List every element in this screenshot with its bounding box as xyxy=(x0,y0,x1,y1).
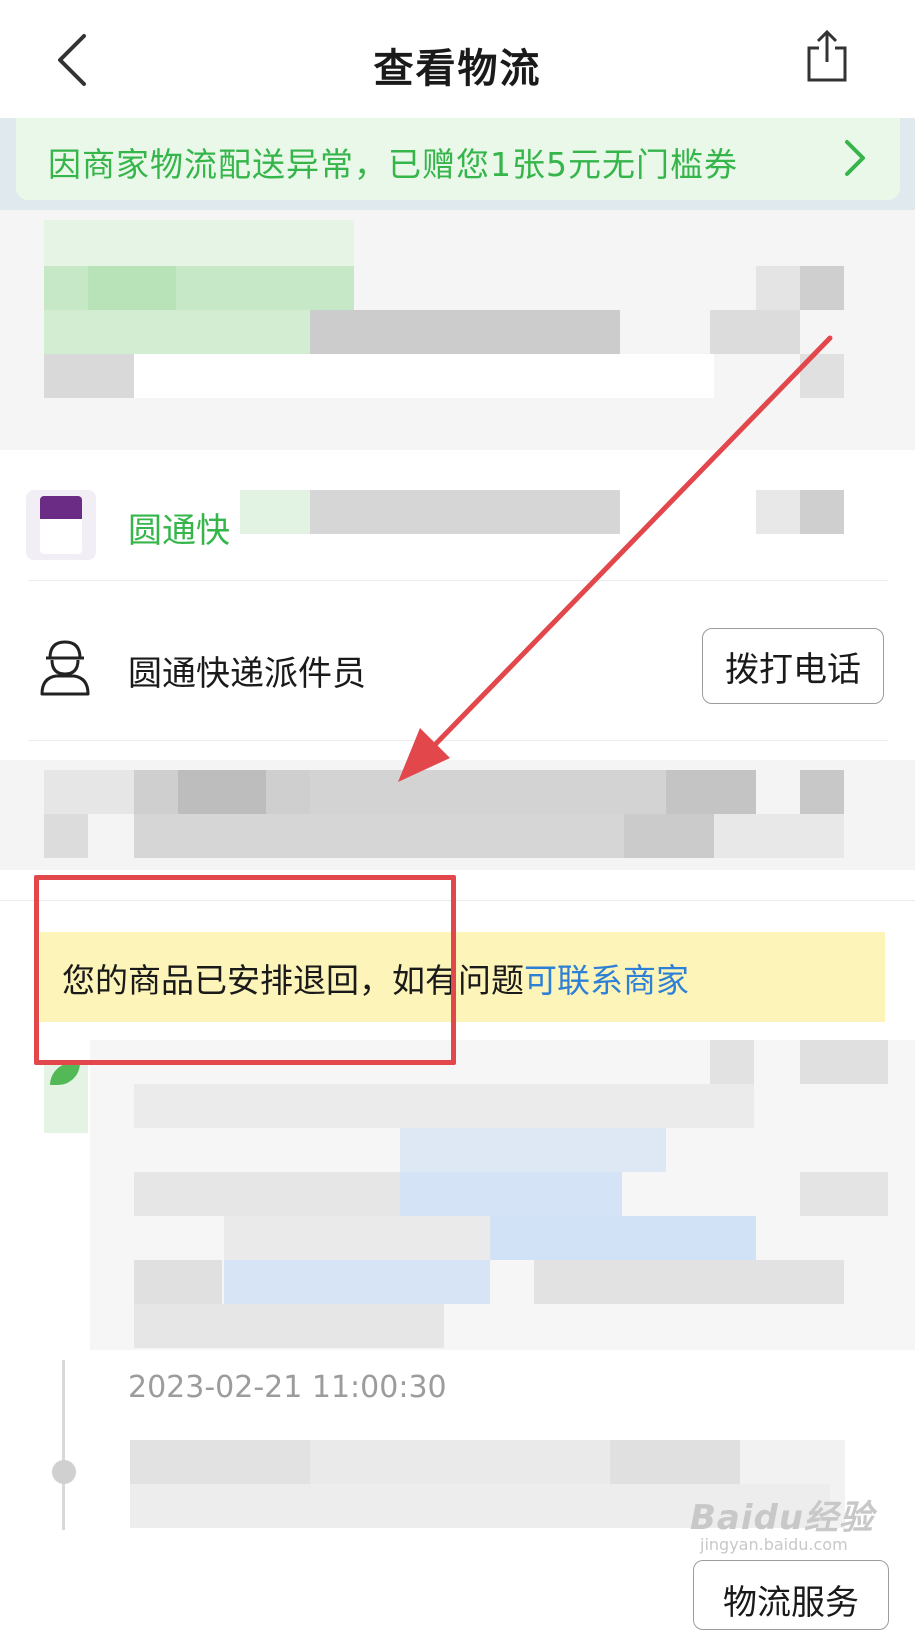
courier-icon xyxy=(40,640,90,696)
timeline-line xyxy=(62,1360,65,1530)
logistics-service-button[interactable]: 物流服务 xyxy=(693,1560,889,1630)
divider xyxy=(28,740,888,741)
watermark-logo: Baidu经验 xyxy=(690,1498,875,1538)
timeline-dot xyxy=(52,1460,76,1484)
share-icon[interactable] xyxy=(805,28,849,84)
call-button[interactable]: 拨打电话 xyxy=(702,628,884,704)
watermark-url: jingyan.baidu.com xyxy=(700,1535,848,1554)
courier-role: 圆通快递派件员 xyxy=(128,654,366,694)
baidu-watermark: Baidu经验 jingyan.baidu.com xyxy=(690,1490,874,1554)
courier-company-name: 圆通快 xyxy=(128,511,230,551)
coupon-notice-banner[interactable]: 因商家物流配送异常，已赠您1张5元无门槛券 xyxy=(16,118,900,200)
top-bar: 查看物流 xyxy=(0,0,915,119)
product-thumbnail[interactable] xyxy=(26,490,96,560)
blurred-status-block xyxy=(0,210,915,450)
blurred-address xyxy=(0,760,915,870)
blurred-tracking-detail xyxy=(90,1040,915,1350)
contact-merchant-link[interactable]: 可联系商家 xyxy=(524,961,689,1000)
tracking-timestamp: 2023-02-21 11:00:30 xyxy=(128,1370,447,1405)
annotation-highlight-box xyxy=(34,875,456,1065)
leaf-icon xyxy=(44,1063,88,1133)
divider xyxy=(28,580,888,581)
chevron-right-icon xyxy=(845,140,865,176)
page-title: 查看物流 xyxy=(373,46,542,92)
blurred-tracking-number xyxy=(240,490,844,534)
coupon-notice-text: 因商家物流配送异常，已赠您1张5元无门槛券 xyxy=(48,145,738,184)
